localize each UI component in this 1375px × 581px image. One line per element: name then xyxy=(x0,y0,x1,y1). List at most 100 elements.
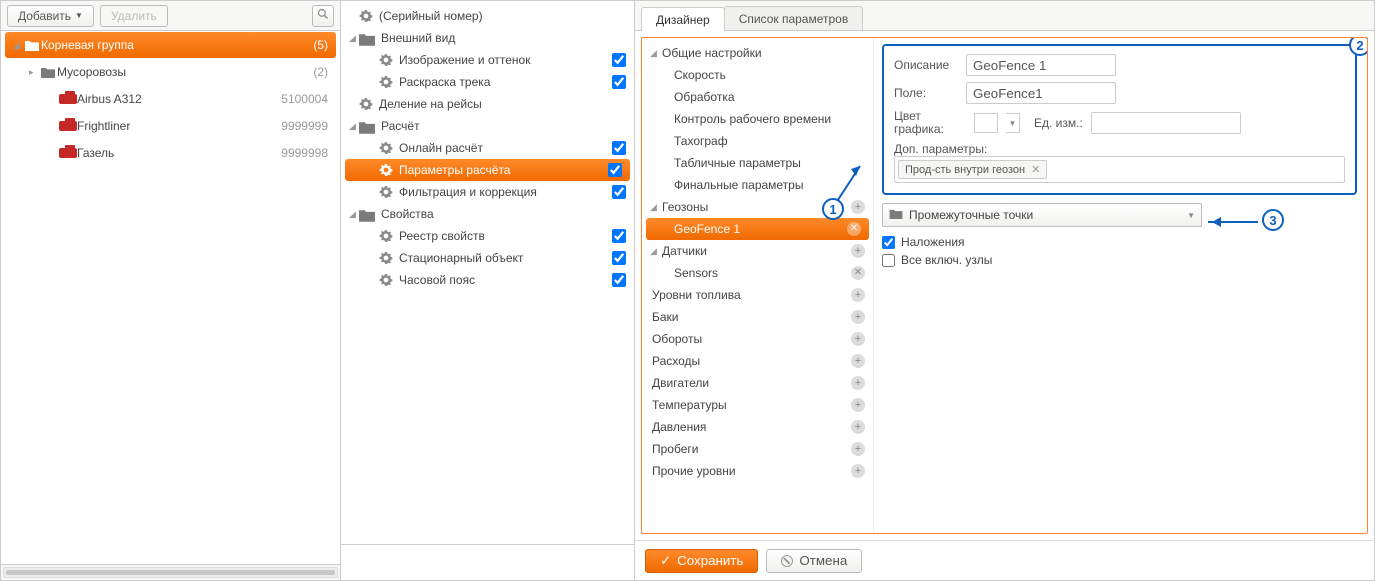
add-icon[interactable]: + xyxy=(851,244,865,258)
node-mileages[interactable]: Пробеги+ xyxy=(642,438,873,460)
node-tacho[interactable]: Тахограф xyxy=(642,130,873,152)
color-picker[interactable] xyxy=(974,113,998,133)
enable-checkbox[interactable] xyxy=(612,251,626,265)
node-label: Расходы xyxy=(650,354,851,368)
extra-params-input[interactable]: Прод-сть внутри геозон ✕ xyxy=(894,156,1345,183)
tab-designer[interactable]: Дизайнер xyxy=(641,7,725,31)
item-calc[interactable]: ◢ Расчёт xyxy=(341,115,634,137)
search-button[interactable] xyxy=(312,5,334,27)
delete-icon[interactable]: ✕ xyxy=(847,222,861,236)
node-pressures[interactable]: Давления+ xyxy=(642,416,873,438)
remove-chip-icon[interactable]: ✕ xyxy=(1031,163,1040,176)
checkbox-overlay[interactable] xyxy=(882,236,895,249)
enable-checkbox[interactable] xyxy=(612,185,626,199)
collapse-icon[interactable]: ◢ xyxy=(349,33,359,44)
item-image-tint[interactable]: Изображение и оттенок xyxy=(341,49,634,71)
item-calc-params[interactable]: Параметры расчёта xyxy=(345,159,630,181)
vehicle-row[interactable]: Frightliner 9999999 xyxy=(5,113,336,139)
item-filter-corr[interactable]: Фильтрация и коррекция xyxy=(341,181,634,203)
add-icon[interactable]: + xyxy=(851,354,865,368)
add-icon[interactable]: + xyxy=(851,398,865,412)
node-table-params[interactable]: Табличные параметры xyxy=(642,152,873,174)
node-fuel-levels[interactable]: Уровни топлива+ xyxy=(642,284,873,306)
item-trip-split[interactable]: Деление на рейсы xyxy=(341,93,634,115)
add-icon[interactable]: + xyxy=(851,442,865,456)
node-engines[interactable]: Двигатели+ xyxy=(642,372,873,394)
node-tanks[interactable]: Баки+ xyxy=(642,306,873,328)
collapse-icon[interactable]: ◢ xyxy=(13,40,23,51)
chevron-down-icon[interactable]: ▼ xyxy=(1006,113,1020,133)
node-processing[interactable]: Обработка xyxy=(642,86,873,108)
node-worktime[interactable]: Контроль рабочего времени xyxy=(642,108,873,130)
delete-icon[interactable]: ✕ xyxy=(851,266,865,280)
item-label: Реестр свойств xyxy=(393,229,612,243)
group-musorovozy[interactable]: ▸ Мусоровозы (2) xyxy=(5,59,336,85)
node-geofence1[interactable]: GeoFence 1✕ xyxy=(646,218,869,240)
node-sensors[interactable]: Sensors✕ xyxy=(642,262,873,284)
item-props[interactable]: ◢ Свойства xyxy=(341,203,634,225)
combo-intermediate-points[interactable]: Промежуточные точки ▼ xyxy=(882,203,1202,227)
enable-checkbox[interactable] xyxy=(612,75,626,89)
item-serial[interactable]: (Серийный номер) xyxy=(341,5,634,27)
item-label: Стационарный объект xyxy=(393,251,612,265)
vehicle-row[interactable]: Газель 9999998 xyxy=(5,140,336,166)
item-stationary[interactable]: Стационарный объект xyxy=(341,247,634,269)
cancel-button[interactable]: Отмена xyxy=(766,549,862,573)
tab-paramlist[interactable]: Список параметров xyxy=(724,6,864,30)
input-unit[interactable] xyxy=(1091,112,1241,134)
label-color: Цвет графика: xyxy=(894,110,966,136)
add-icon[interactable]: + xyxy=(851,288,865,302)
item-timezone[interactable]: Часовой пояс xyxy=(341,269,634,291)
enable-checkbox[interactable] xyxy=(612,141,626,155)
add-icon[interactable]: + xyxy=(851,310,865,324)
node-rpm[interactable]: Обороты+ xyxy=(642,328,873,350)
item-label: (Серийный номер) xyxy=(373,9,626,23)
item-label: Деление на рейсы xyxy=(373,97,626,111)
remove-button[interactable]: Удалить xyxy=(100,5,168,27)
chip-geozone-duration[interactable]: Прод-сть внутри геозон ✕ xyxy=(898,160,1047,179)
node-final-params[interactable]: Финальные параметры xyxy=(642,174,873,196)
label-overlay: Наложения xyxy=(901,235,965,249)
item-label: Фильтрация и коррекция xyxy=(393,185,612,199)
vehicle-row[interactable]: Airbus A312 5100004 xyxy=(5,86,336,112)
folder-icon xyxy=(359,120,375,132)
enable-checkbox[interactable] xyxy=(612,229,626,243)
checkbox-allnodes[interactable] xyxy=(882,254,895,267)
node-temperatures[interactable]: Температуры+ xyxy=(642,394,873,416)
enable-checkbox[interactable] xyxy=(612,273,626,287)
collapse-icon[interactable]: ◢ xyxy=(650,202,660,213)
input-description[interactable] xyxy=(966,54,1116,76)
collapse-icon[interactable]: ◢ xyxy=(650,246,660,257)
chevron-down-icon: ▼ xyxy=(1187,211,1195,220)
save-button[interactable]: ✓ Сохранить xyxy=(645,549,758,573)
gear-icon xyxy=(359,97,373,111)
h-scrollbar[interactable] xyxy=(1,564,340,580)
root-group[interactable]: ◢ Корневая группа (5) xyxy=(5,32,336,58)
add-icon[interactable]: + xyxy=(851,420,865,434)
node-expenses[interactable]: Расходы+ xyxy=(642,350,873,372)
add-icon[interactable]: + xyxy=(851,376,865,390)
node-speed[interactable]: Скорость xyxy=(642,64,873,86)
item-prop-registry[interactable]: Реестр свойств xyxy=(341,225,634,247)
item-track-paint[interactable]: Раскраска трека xyxy=(341,71,634,93)
expand-icon[interactable]: ▸ xyxy=(29,67,39,78)
add-icon[interactable]: + xyxy=(851,200,865,214)
item-online-calc[interactable]: Онлайн расчёт xyxy=(341,137,634,159)
node-other-levels[interactable]: Прочие уровни+ xyxy=(642,460,873,482)
add-button[interactable]: Добавить ▼ xyxy=(7,5,94,27)
node-general[interactable]: ◢Общие настройки xyxy=(642,42,873,64)
search-icon xyxy=(317,8,329,23)
node-sensors-head[interactable]: ◢Датчики+ xyxy=(642,240,873,262)
item-appearance[interactable]: ◢ Внешний вид xyxy=(341,27,634,49)
group-count: (2) xyxy=(307,65,328,79)
add-icon[interactable]: + xyxy=(851,464,865,478)
input-field[interactable] xyxy=(966,82,1116,104)
enable-checkbox[interactable] xyxy=(612,53,626,67)
enable-checkbox[interactable] xyxy=(608,163,622,177)
add-icon[interactable]: + xyxy=(851,332,865,346)
collapse-icon[interactable]: ◢ xyxy=(349,121,359,132)
highlight-box-2: Описание Поле: Цвет графика: ▼ Ед. изм.:… xyxy=(882,44,1357,195)
collapse-icon[interactable]: ◢ xyxy=(349,209,359,220)
gear-icon xyxy=(379,163,393,177)
collapse-icon[interactable]: ◢ xyxy=(650,48,660,59)
